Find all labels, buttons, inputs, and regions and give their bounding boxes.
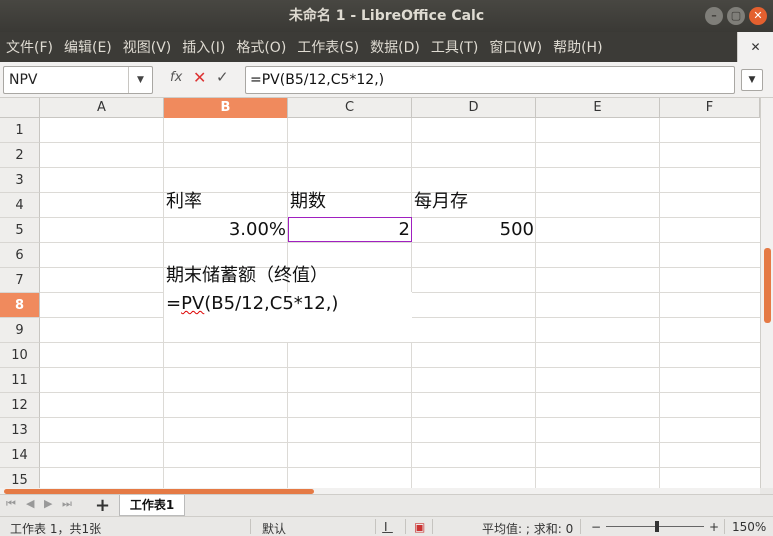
menu-edit[interactable]: 编辑(E) xyxy=(64,37,112,57)
select-all-corner[interactable] xyxy=(0,98,40,118)
next-sheet-icon[interactable]: ▶ xyxy=(44,497,52,510)
column-header-c[interactable]: C xyxy=(288,98,412,118)
zoom-in-icon[interactable]: + xyxy=(709,520,719,534)
cell-b8-function: PV xyxy=(181,293,205,314)
cell-d4[interactable]: 每月存 xyxy=(412,190,536,214)
expand-formula-icon[interactable]: ▼ xyxy=(741,69,763,91)
window-title: 未命名 1 - LibreOffice Calc xyxy=(288,8,485,24)
zoom-out-icon[interactable]: − xyxy=(591,520,601,534)
cell-b8-equals: = xyxy=(166,293,182,314)
sheet-info: 工作表 1，共1张 xyxy=(10,522,102,536)
menu-help[interactable]: 帮助(H) xyxy=(553,37,602,57)
vertical-scroll-thumb[interactable] xyxy=(764,248,771,323)
column-header-a[interactable]: A xyxy=(40,98,164,118)
cell-b4[interactable]: 利率 xyxy=(164,190,288,214)
sum-status[interactable]: 平均值: ; 求和: 0 xyxy=(482,520,573,536)
row-header[interactable]: 7 xyxy=(0,268,40,293)
cell-b5[interactable]: 3.00% xyxy=(164,218,288,242)
function-wizard-icon[interactable]: fx xyxy=(170,70,182,85)
row-header[interactable]: 6 xyxy=(0,243,40,268)
sheet-tab[interactable]: 工作表1 xyxy=(119,495,185,516)
document-modified-icon: ▣ xyxy=(414,520,426,534)
name-box[interactable]: NPV ▼ xyxy=(3,66,153,94)
column-header-d[interactable]: D xyxy=(412,98,536,118)
column-header-e[interactable]: E xyxy=(536,98,660,118)
spreadsheet-grid[interactable]: A B C D E F 1 2 3 4 5 6 7 8 9 10 11 12 1… xyxy=(0,98,760,488)
row-header[interactable]: 10 xyxy=(0,343,40,368)
row-header[interactable]: 3 xyxy=(0,168,40,193)
close-button[interactable]: ✕ xyxy=(749,7,767,25)
vertical-scrollbar[interactable] xyxy=(760,98,773,488)
menu-insert[interactable]: 插入(I) xyxy=(182,37,225,57)
status-bar: 工作表 1，共1张 默认 I͟ ▣ 平均值: ; 求和: 0 − + 150% xyxy=(0,516,773,536)
menu-format[interactable]: 格式(O) xyxy=(236,37,286,57)
row-header[interactable]: 4 xyxy=(0,193,40,218)
accept-icon[interactable]: ✓ xyxy=(216,68,229,86)
row-header[interactable]: 1 xyxy=(0,118,40,143)
row-header[interactable]: 15 xyxy=(0,468,40,488)
menu-sheet[interactable]: 工作表(S) xyxy=(297,37,359,57)
row-header[interactable]: 12 xyxy=(0,393,40,418)
close-document-icon[interactable]: ✕ xyxy=(737,32,773,62)
menu-file[interactable]: 文件(F) xyxy=(6,37,53,57)
formula-bar: NPV ▼ fx ✕ ✓ =PV(B5/12,C5*12,) ▼ xyxy=(0,62,773,98)
insert-mode-icon[interactable]: I͟ xyxy=(384,520,388,534)
menu-window[interactable]: 窗口(W) xyxy=(489,37,542,57)
formula-input[interactable]: =PV(B5/12,C5*12,) xyxy=(245,66,735,94)
name-box-dropdown-icon[interactable]: ▼ xyxy=(128,67,152,93)
name-box-value: NPV xyxy=(9,72,38,88)
column-headers: A B C D E F xyxy=(0,98,760,118)
row-header[interactable]: 14 xyxy=(0,443,40,468)
sheet-tab-bar: ⏮ ◀ ▶ ⏭ + 工作表1 xyxy=(0,494,773,516)
last-sheet-icon[interactable]: ⏭ xyxy=(62,497,72,511)
row-header[interactable]: 9 xyxy=(0,318,40,343)
column-header-b[interactable]: B xyxy=(164,98,288,118)
menu-tools[interactable]: 工具(T) xyxy=(431,37,478,57)
cancel-icon[interactable]: ✕ xyxy=(193,68,206,87)
first-sheet-icon[interactable]: ⏮ xyxy=(6,497,16,511)
row-header-active[interactable]: 8 xyxy=(0,293,40,318)
cell-b8[interactable]: =PV(B5/12,C5*12,) xyxy=(164,292,412,316)
menu-view[interactable]: 视图(V) xyxy=(123,37,172,57)
menu-data[interactable]: 数据(D) xyxy=(370,37,420,57)
zoom-slider-handle[interactable] xyxy=(655,521,659,532)
cell-b7[interactable]: 期末储蓄额（终值） xyxy=(164,264,412,288)
row-header[interactable]: 2 xyxy=(0,143,40,168)
minimize-button[interactable]: – xyxy=(705,7,723,25)
row-header[interactable]: 13 xyxy=(0,418,40,443)
zoom-level[interactable]: 150% xyxy=(732,520,766,534)
cell-c4[interactable]: 期数 xyxy=(288,190,412,214)
maximize-button[interactable]: ▢ xyxy=(727,7,745,25)
row-header[interactable]: 11 xyxy=(0,368,40,393)
window-controls: – ▢ ✕ xyxy=(705,7,767,25)
prev-sheet-icon[interactable]: ◀ xyxy=(26,497,34,510)
window-titlebar: 未命名 1 - LibreOffice Calc – ▢ ✕ xyxy=(0,0,773,32)
page-style[interactable]: 默认 xyxy=(262,520,286,536)
row-header[interactable]: 5 xyxy=(0,218,40,243)
cell-c5[interactable]: 2 xyxy=(288,218,412,242)
cell-b8-args: (B5/12,C5*12,) xyxy=(204,293,339,314)
cell-d5[interactable]: 500 xyxy=(412,218,536,242)
column-header-f[interactable]: F xyxy=(660,98,760,118)
menu-bar: 文件(F) 编辑(E) 视图(V) 插入(I) 格式(O) 工作表(S) 数据(… xyxy=(0,32,773,62)
add-sheet-icon[interactable]: + xyxy=(95,495,110,516)
